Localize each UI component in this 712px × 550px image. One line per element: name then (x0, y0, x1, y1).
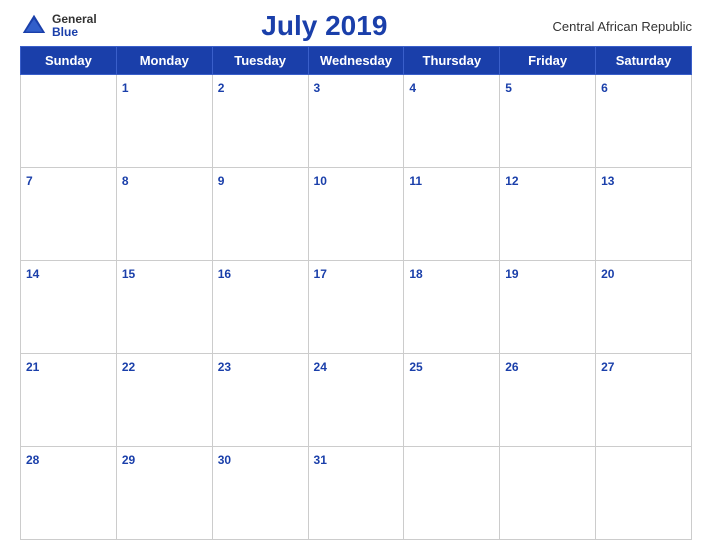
calendar-day-cell: 31 (308, 447, 404, 540)
day-number: 27 (601, 360, 614, 374)
day-number: 29 (122, 453, 135, 467)
day-number: 22 (122, 360, 135, 374)
calendar-day-cell: 24 (308, 354, 404, 447)
calendar-day-cell: 12 (500, 168, 596, 261)
calendar-day-cell: 18 (404, 261, 500, 354)
calendar-day-cell (500, 447, 596, 540)
calendar-week-row: 28 29 30 31 (21, 447, 692, 540)
logo-blue-text: Blue (52, 26, 97, 39)
weekday-header: Tuesday (212, 47, 308, 75)
calendar-day-cell: 20 (596, 261, 692, 354)
day-number: 23 (218, 360, 231, 374)
day-number: 12 (505, 174, 518, 188)
country-label: Central African Republic (552, 19, 692, 34)
weekday-header: Wednesday (308, 47, 404, 75)
day-number: 14 (26, 267, 39, 281)
weekday-header: Monday (116, 47, 212, 75)
day-number: 21 (26, 360, 39, 374)
day-number: 4 (409, 81, 416, 95)
calendar-day-cell: 13 (596, 168, 692, 261)
calendar-day-cell: 21 (21, 354, 117, 447)
calendar-week-row: 14 15 16 17 18 19 20 (21, 261, 692, 354)
day-number: 17 (314, 267, 327, 281)
calendar-day-cell: 26 (500, 354, 596, 447)
header: General Blue July 2019 Central African R… (20, 10, 692, 42)
month-title: July 2019 (97, 10, 552, 42)
weekday-header: Friday (500, 47, 596, 75)
weekday-header: Sunday (21, 47, 117, 75)
calendar-day-cell: 14 (21, 261, 117, 354)
day-number: 24 (314, 360, 327, 374)
calendar-day-cell: 10 (308, 168, 404, 261)
day-number: 26 (505, 360, 518, 374)
calendar-table: SundayMondayTuesdayWednesdayThursdayFrid… (20, 46, 692, 540)
calendar-day-cell: 6 (596, 75, 692, 168)
calendar-day-cell: 16 (212, 261, 308, 354)
calendar-day-cell: 25 (404, 354, 500, 447)
weekday-header-row: SundayMondayTuesdayWednesdayThursdayFrid… (21, 47, 692, 75)
logo-icon (20, 12, 48, 40)
logo-text: General Blue (52, 13, 97, 39)
day-number: 31 (314, 453, 327, 467)
day-number: 19 (505, 267, 518, 281)
logo: General Blue (20, 12, 97, 40)
day-number: 15 (122, 267, 135, 281)
day-number: 11 (409, 174, 422, 188)
calendar-week-row: 7 8 9 10 11 12 13 (21, 168, 692, 261)
calendar-day-cell: 1 (116, 75, 212, 168)
calendar-day-cell: 28 (21, 447, 117, 540)
day-number: 28 (26, 453, 39, 467)
day-number: 5 (505, 81, 512, 95)
calendar-day-cell: 23 (212, 354, 308, 447)
calendar-day-cell: 22 (116, 354, 212, 447)
calendar-day-cell: 11 (404, 168, 500, 261)
day-number: 9 (218, 174, 225, 188)
day-number: 7 (26, 174, 33, 188)
day-number: 3 (314, 81, 321, 95)
day-number: 13 (601, 174, 614, 188)
day-number: 20 (601, 267, 614, 281)
weekday-header: Thursday (404, 47, 500, 75)
day-number: 6 (601, 81, 608, 95)
calendar-day-cell: 5 (500, 75, 596, 168)
calendar-day-cell: 7 (21, 168, 117, 261)
calendar-day-cell (404, 447, 500, 540)
calendar-day-cell: 19 (500, 261, 596, 354)
calendar-day-cell: 9 (212, 168, 308, 261)
calendar-day-cell: 17 (308, 261, 404, 354)
calendar-week-row: 21 22 23 24 25 26 27 (21, 354, 692, 447)
day-number: 10 (314, 174, 327, 188)
day-number: 18 (409, 267, 422, 281)
day-number: 16 (218, 267, 231, 281)
day-number: 8 (122, 174, 129, 188)
day-number: 30 (218, 453, 231, 467)
weekday-header: Saturday (596, 47, 692, 75)
calendar-day-cell: 29 (116, 447, 212, 540)
calendar-day-cell: 15 (116, 261, 212, 354)
calendar-day-cell: 2 (212, 75, 308, 168)
calendar-week-row: 1 2 3 4 5 6 (21, 75, 692, 168)
calendar-day-cell: 27 (596, 354, 692, 447)
calendar-day-cell (21, 75, 117, 168)
calendar-day-cell: 30 (212, 447, 308, 540)
calendar-day-cell: 3 (308, 75, 404, 168)
calendar-day-cell (596, 447, 692, 540)
calendar-day-cell: 4 (404, 75, 500, 168)
day-number: 25 (409, 360, 422, 374)
calendar-day-cell: 8 (116, 168, 212, 261)
day-number: 1 (122, 81, 129, 95)
day-number: 2 (218, 81, 225, 95)
